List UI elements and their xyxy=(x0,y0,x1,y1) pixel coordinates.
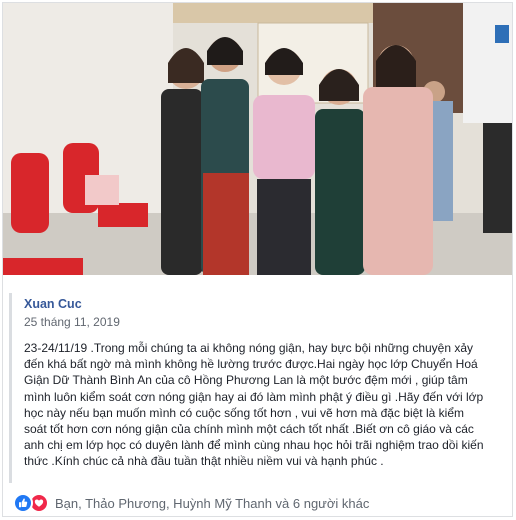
post-text: 23-24/11/19 .Trong mỗi chúng ta ai không… xyxy=(24,341,484,469)
post-author[interactable]: Xuan Cuc xyxy=(24,297,506,312)
reactions-bar[interactable]: Bạn, Thảo Phương, Huỳnh Mỹ Thanh và 6 ng… xyxy=(13,493,369,513)
group-photo-illustration xyxy=(3,3,512,275)
shared-post-quote: Xuan Cuc 25 tháng 11, 2019 23-24/11/19 .… xyxy=(9,293,506,483)
like-icon xyxy=(13,493,33,513)
post-card: Xuan Cuc 25 tháng 11, 2019 23-24/11/19 .… xyxy=(2,2,513,517)
post-date[interactable]: 25 tháng 11, 2019 xyxy=(24,315,506,330)
post-photo[interactable] xyxy=(3,3,512,275)
reaction-names[interactable]: Bạn, Thảo Phương, Huỳnh Mỹ Thanh và 6 ng… xyxy=(55,496,369,511)
